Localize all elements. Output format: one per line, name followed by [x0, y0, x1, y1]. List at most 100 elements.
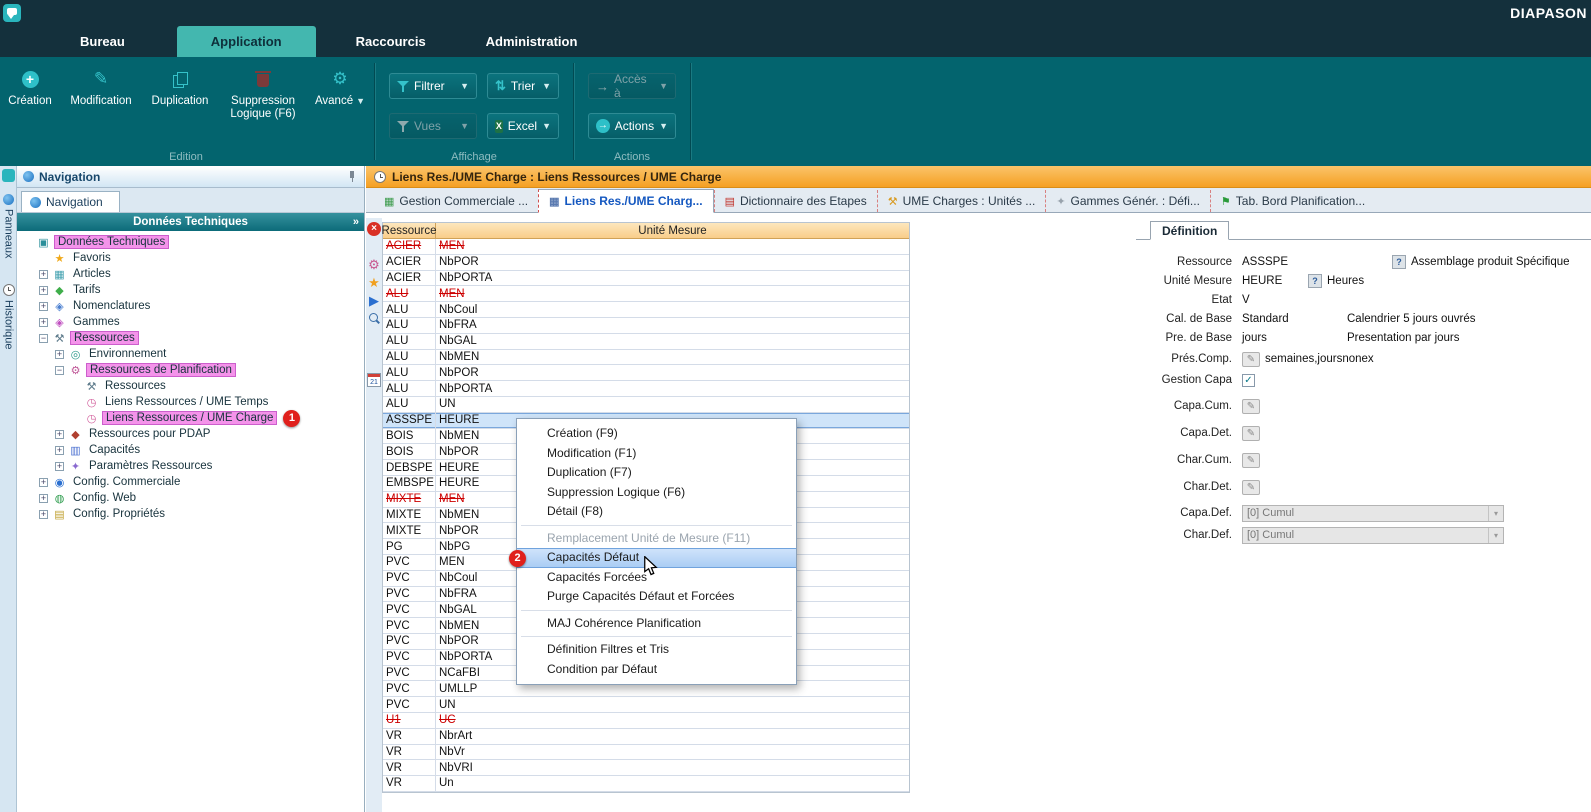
table-row[interactable]: VRNbrArt — [383, 729, 909, 745]
tree-item-environnement[interactable]: +◎Environnement — [17, 346, 364, 362]
table-row[interactable]: ALUNbFRA — [383, 318, 909, 334]
table-row[interactable]: ALUUN — [383, 397, 909, 413]
tree-item-liens-ressources-ume-temps[interactable]: ◷Liens Ressources / UME Temps — [17, 394, 364, 410]
expand-toggle-icon[interactable]: + — [39, 494, 48, 503]
acces-a-button[interactable]: → Accès à ▼ — [588, 73, 676, 99]
tree-item-nomenclatures[interactable]: +◈Nomenclatures — [17, 298, 364, 314]
actions-button[interactable]: Actions ▼ — [588, 113, 676, 139]
table-row[interactable]: ALUNbGAL — [383, 334, 909, 350]
tree-item-parametres-ressources[interactable]: +✦Paramètres Ressources — [17, 458, 364, 474]
doc-tab-dictionnaire-des-etapes[interactable]: ▤Dictionnaire des Etapes — [714, 190, 877, 212]
trier-button[interactable]: ⇅ Trier ▼ — [487, 73, 559, 99]
historique-tab[interactable]: Historique — [0, 284, 17, 350]
table-row[interactable]: ALUNbCoul — [383, 302, 909, 318]
menu-item-modification-f1[interactable]: Modification (F1) — [517, 444, 796, 464]
expand-toggle-icon[interactable]: + — [55, 462, 64, 471]
goto-icon[interactable]: ▶ — [369, 294, 379, 308]
edit-icon[interactable]: ✎ — [1242, 399, 1260, 414]
edit-icon[interactable]: ✎ — [1242, 426, 1260, 441]
tree-item-favoris[interactable]: ★Favoris — [17, 250, 364, 266]
table-row[interactable]: ALUNbPORTA — [383, 381, 909, 397]
doc-tab-gestion-commerciale[interactable]: ▦Gestion Commerciale ... — [374, 190, 538, 212]
modification-button[interactable]: ✎ Modification — [60, 65, 142, 123]
excel-button[interactable]: Excel ▼ — [487, 113, 559, 139]
tree-item-ressources-pour-pdap[interactable]: +◆Ressources pour PDAP — [17, 426, 364, 442]
vues-button[interactable]: Vues ▼ — [389, 113, 477, 139]
menu-item-condition-par-defaut[interactable]: Condition par Défaut — [517, 660, 796, 680]
table-row[interactable]: ALUNbMEN — [383, 350, 909, 366]
menu-item-suppression-logique-f6[interactable]: Suppression Logique (F6) — [517, 483, 796, 503]
table-row[interactable]: VRUn — [383, 776, 909, 792]
expand-toggle-icon[interactable]: − — [39, 334, 48, 343]
tab-definition[interactable]: Définition — [1150, 221, 1229, 240]
favorite-icon[interactable]: ★ — [368, 276, 380, 290]
expand-toggle-icon[interactable]: + — [39, 302, 48, 311]
gestion-capa-checkbox[interactable]: ✓ — [1242, 374, 1255, 387]
tree-collapse-button[interactable]: » — [353, 213, 359, 231]
expand-toggle-icon[interactable]: + — [55, 430, 64, 439]
search-icon[interactable] — [368, 312, 381, 325]
expand-toggle-icon[interactable]: + — [55, 350, 64, 359]
tree-item-tarifs[interactable]: +◆Tarifs — [17, 282, 364, 298]
table-row[interactable]: VRNbVRI — [383, 760, 909, 776]
settings-icon[interactable]: ⚙ — [368, 258, 380, 272]
menu-item-definition-filtres-et-tris[interactable]: Définition Filtres et Tris — [517, 640, 796, 660]
column-header-ressource[interactable]: Ressource — [383, 223, 436, 238]
menu-tab-raccourcis[interactable]: Raccourcis — [326, 26, 456, 57]
dropdown-capa-def[interactable]: [0] Cumul▾ — [1242, 505, 1504, 522]
tree-item-ressources[interactable]: −⚒Ressources — [17, 330, 364, 346]
doc-tab-ume-charges-unites[interactable]: ⚒UME Charges : Unités ... — [877, 190, 1046, 212]
menu-tab-administration[interactable]: Administration — [456, 26, 608, 57]
remove-icon[interactable] — [367, 222, 381, 236]
filtrer-button[interactable]: Filtrer ▼ — [389, 73, 477, 99]
table-row[interactable]: ACIERNbPOR — [383, 255, 909, 271]
tab-navigation[interactable]: Navigation — [21, 191, 120, 212]
tree-item-ressources[interactable]: ⚒Ressources — [17, 378, 364, 394]
expand-toggle-icon[interactable]: + — [39, 318, 48, 327]
expand-toggle-icon[interactable]: + — [39, 270, 48, 279]
edit-icon[interactable]: ✎ — [1242, 480, 1260, 495]
menu-item-creation-f9[interactable]: Création (F9) — [517, 424, 796, 444]
expand-toggle-icon[interactable]: + — [55, 446, 64, 455]
avance-button[interactable]: ⚙ Avancé▼ — [308, 65, 372, 123]
tree-item-config-web[interactable]: +◍Config. Web — [17, 490, 364, 506]
calendar-icon[interactable]: 21 — [367, 373, 381, 387]
help-icon[interactable]: ? — [1392, 255, 1406, 269]
expand-toggle-icon[interactable]: + — [39, 510, 48, 519]
tree-item-config-commerciale[interactable]: +◉Config. Commerciale — [17, 474, 364, 490]
edit-icon[interactable]: ✎ — [1242, 352, 1260, 367]
table-row[interactable]: U1UC — [383, 713, 909, 729]
menu-tab-application[interactable]: Application — [177, 26, 316, 57]
tree-item-gammes[interactable]: +◈Gammes — [17, 314, 364, 330]
tree-item-ressources-de-planification[interactable]: −⚙Ressources de Planification — [17, 362, 364, 378]
doc-tab-tab-bord-planification[interactable]: ⚑Tab. Bord Planification... — [1210, 190, 1375, 212]
dropdown-char-def[interactable]: [0] Cumul▾ — [1242, 527, 1504, 544]
doc-tab-liens-res-ume-charg[interactable]: ▦Liens Res./UME Charg... — [538, 189, 713, 213]
table-row[interactable]: ALUNbPOR — [383, 365, 909, 381]
menu-item-maj-coherence-planification[interactable]: MAJ Cohérence Planification — [517, 614, 796, 634]
help-icon[interactable]: ? — [1308, 274, 1322, 288]
tree-item-donnees-techniques[interactable]: ▣Données Techniques — [17, 234, 364, 250]
tree-item-capacites[interactable]: +▥Capacités — [17, 442, 364, 458]
doc-tab-gammes-gener-defi[interactable]: ✦Gammes Génér. : Défi... — [1045, 190, 1210, 212]
suppression-button[interactable]: Suppression Logique (F6) — [218, 65, 308, 123]
duplication-button[interactable]: Duplication — [142, 65, 218, 123]
table-row[interactable]: ALUMEN — [383, 286, 909, 302]
edit-icon[interactable]: ✎ — [1242, 453, 1260, 468]
expand-toggle-icon[interactable]: + — [39, 478, 48, 487]
creation-button[interactable]: + Création — [0, 65, 60, 123]
expand-toggle-icon[interactable]: + — [39, 286, 48, 295]
menu-item-duplication-f7[interactable]: Duplication (F7) — [517, 463, 796, 483]
table-row[interactable]: ACIERNbPORTA — [383, 271, 909, 287]
table-row[interactable]: PVCUN — [383, 697, 909, 713]
tree-item-liens-ressources-ume-charge[interactable]: ◷Liens Ressources / UME Charge1 — [17, 410, 364, 426]
menu-item-purge-capacites-defaut-et-forcees[interactable]: Purge Capacités Défaut et Forcées — [517, 587, 796, 607]
tree-item-articles[interactable]: +▦Articles — [17, 266, 364, 282]
panneaux-tab[interactable]: Panneaux — [0, 194, 17, 259]
menu-tab-bureau[interactable]: Bureau — [50, 26, 155, 57]
pin-icon[interactable] — [346, 171, 358, 183]
tree-item-config-proprietes[interactable]: +▤Config. Propriétés — [17, 506, 364, 522]
expand-toggle-icon[interactable]: − — [55, 366, 64, 375]
table-row[interactable]: VRNbVr — [383, 745, 909, 761]
menu-item-detail-f8[interactable]: Détail (F8) — [517, 502, 796, 522]
